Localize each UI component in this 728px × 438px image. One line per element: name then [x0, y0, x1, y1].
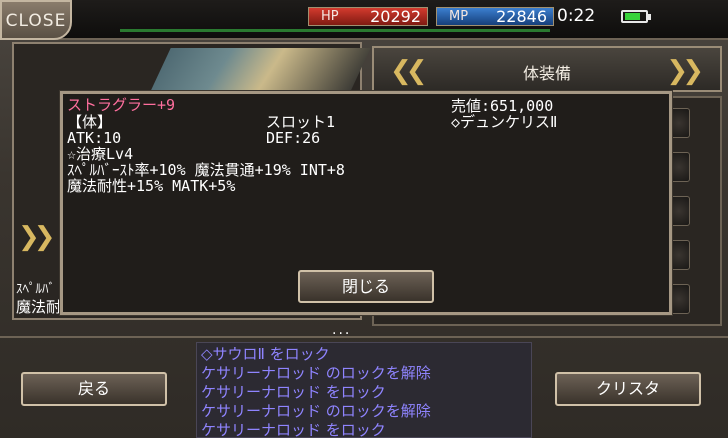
close-button[interactable]: CLOSE: [0, 0, 72, 40]
item-category: 【体】: [67, 113, 113, 131]
item-name: ストラグラー+9: [67, 96, 176, 114]
stats-line: 魔法耐性+15% MATK+5%: [67, 177, 236, 195]
more-indicator: ...: [332, 322, 352, 338]
exp-bar: [120, 29, 550, 32]
hp-value: 20292: [370, 7, 421, 26]
sell-value: 売値:651,000: [451, 97, 554, 115]
left-panel-text: ｽﾍﾟﾙﾊﾞ: [16, 282, 55, 297]
crysta-slot: ◇デュンケリスⅡ: [451, 113, 558, 131]
equipment-category-header: ❮❮ 体装備 ❯❯: [372, 46, 722, 92]
next-arrow-icon[interactable]: ❯❯: [666, 56, 703, 86]
skill-line: ☆治療Lv4: [67, 145, 134, 163]
hp-gauge: HP 20292: [308, 7, 428, 26]
mp-value: 22846: [496, 7, 547, 26]
battery-cap: [648, 14, 651, 20]
log-line: ◇サウロⅡ をロック: [201, 345, 330, 363]
log-line: ケサリーナロッド をロック: [201, 383, 386, 401]
left-chevron-icon[interactable]: ❯❯: [18, 222, 55, 252]
back-button[interactable]: 戻る: [21, 372, 167, 406]
crysta-button[interactable]: クリスタ: [555, 372, 701, 406]
atk-stat: ATK:10: [67, 129, 122, 147]
log-line: ケサリーナロッド のロックを解除: [201, 364, 431, 382]
message-log: ◇サウロⅡ をロック ケサリーナロッド のロックを解除 ケサリーナロッド をロッ…: [196, 342, 532, 438]
hp-label: HP: [321, 9, 339, 24]
def-stat: DEF:26: [266, 129, 321, 147]
stats-line: ｽﾍﾟﾙﾊﾞｰｽﾄ率+10% 魔法貫通+19% INT+8: [67, 161, 345, 179]
divider: [0, 336, 728, 338]
clock: 0:22: [557, 6, 596, 26]
log-line: ケサリーナロッド をロック: [201, 421, 386, 438]
mp-gauge: MP 22846: [436, 7, 554, 26]
slot-count: スロット1: [266, 113, 336, 131]
left-panel-text: 魔法耐: [16, 298, 62, 316]
close-dialog-button[interactable]: 閉じる: [298, 270, 434, 303]
battery-fill: [625, 13, 640, 20]
log-line: ケサリーナロッド のロックを解除: [201, 402, 431, 420]
battery-icon: [621, 10, 648, 23]
mp-label: MP: [449, 9, 469, 24]
item-image: [149, 48, 371, 94]
